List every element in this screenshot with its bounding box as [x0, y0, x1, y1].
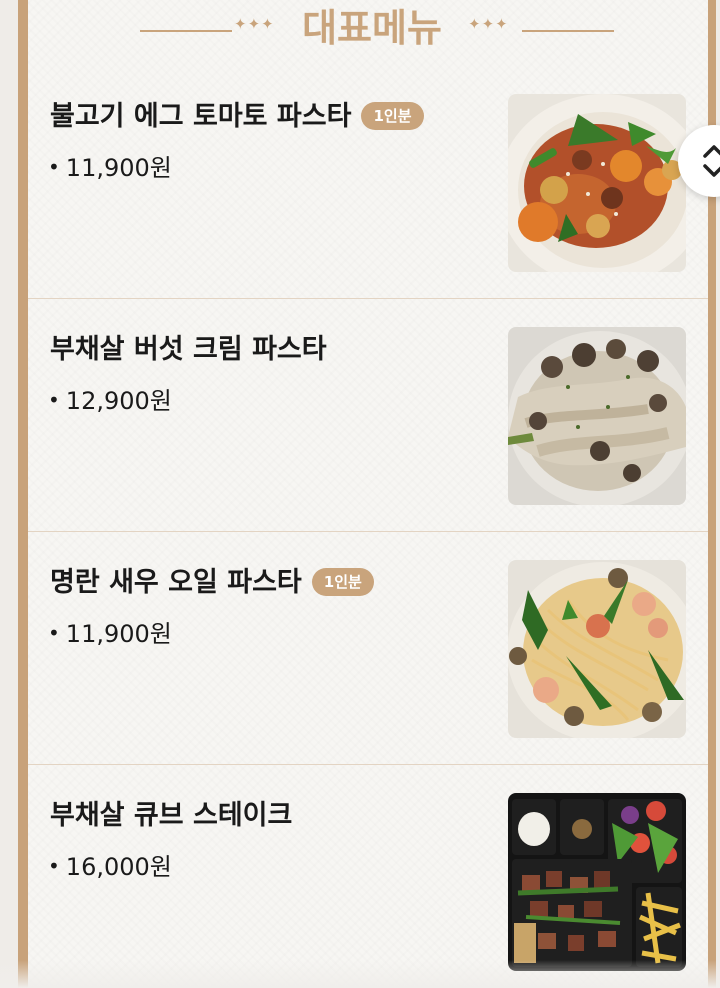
menu-item[interactable]: 부채살 큐브 스테이크 • 16,000원	[28, 765, 708, 988]
menu-item-name: 명란 새우 오일 파스타	[50, 567, 302, 598]
bottom-fade	[0, 960, 720, 988]
menu-paper: ✦✦✦ 대표메뉴 ✦✦✦ 불고기 에그 토마토 파스타 1인분 • 11,900원	[28, 0, 708, 988]
menu-item-photo[interactable]	[508, 327, 686, 505]
bullet-icon: •	[48, 388, 60, 412]
menu-item[interactable]: 불고기 에그 토마토 파스타 1인분 • 11,900원	[28, 66, 708, 299]
section-header: ✦✦✦ 대표메뉴 ✦✦✦	[28, 0, 708, 60]
bullet-icon: •	[48, 155, 60, 179]
menu-item-name: 불고기 에그 토마토 파스타	[50, 101, 352, 132]
menu-item-price: 11,900원	[65, 620, 172, 648]
menu-item-price: 12,900원	[65, 387, 172, 415]
menu-item[interactable]: 명란 새우 오일 파스타 1인분 • 11,900원	[28, 532, 708, 765]
chevron-up-down-icon	[703, 145, 720, 177]
menu-item-name: 부채살 버섯 크림 파스타	[50, 334, 327, 365]
serving-badge: 1인분	[311, 568, 374, 596]
menu-item-photo[interactable]	[508, 560, 686, 738]
serving-badge: 1인분	[361, 102, 424, 130]
menu-item-photo[interactable]	[508, 793, 686, 971]
menu-item-price: 16,000원	[65, 853, 172, 881]
scroll-toggle-button[interactable]	[678, 125, 720, 197]
menu-frame: ✦✦✦ 대표메뉴 ✦✦✦ 불고기 에그 토마토 파스타 1인분 • 11,900원	[18, 0, 716, 988]
section-title: 대표메뉴	[302, 6, 442, 50]
ornament-left-icon: ✦✦✦	[234, 15, 275, 33]
bullet-icon: •	[48, 621, 60, 645]
menu-item-photo[interactable]	[508, 94, 686, 272]
menu-item-name: 부채살 큐브 스테이크	[50, 800, 293, 831]
ornament-right-icon: ✦✦✦	[468, 15, 509, 33]
menu-item-price: 11,900원	[65, 154, 172, 182]
header-line-left	[140, 30, 232, 32]
menu-item[interactable]: 부채살 버섯 크림 파스타 • 12,900원	[28, 299, 708, 532]
header-line-right	[522, 30, 614, 32]
bullet-icon: •	[48, 854, 60, 878]
